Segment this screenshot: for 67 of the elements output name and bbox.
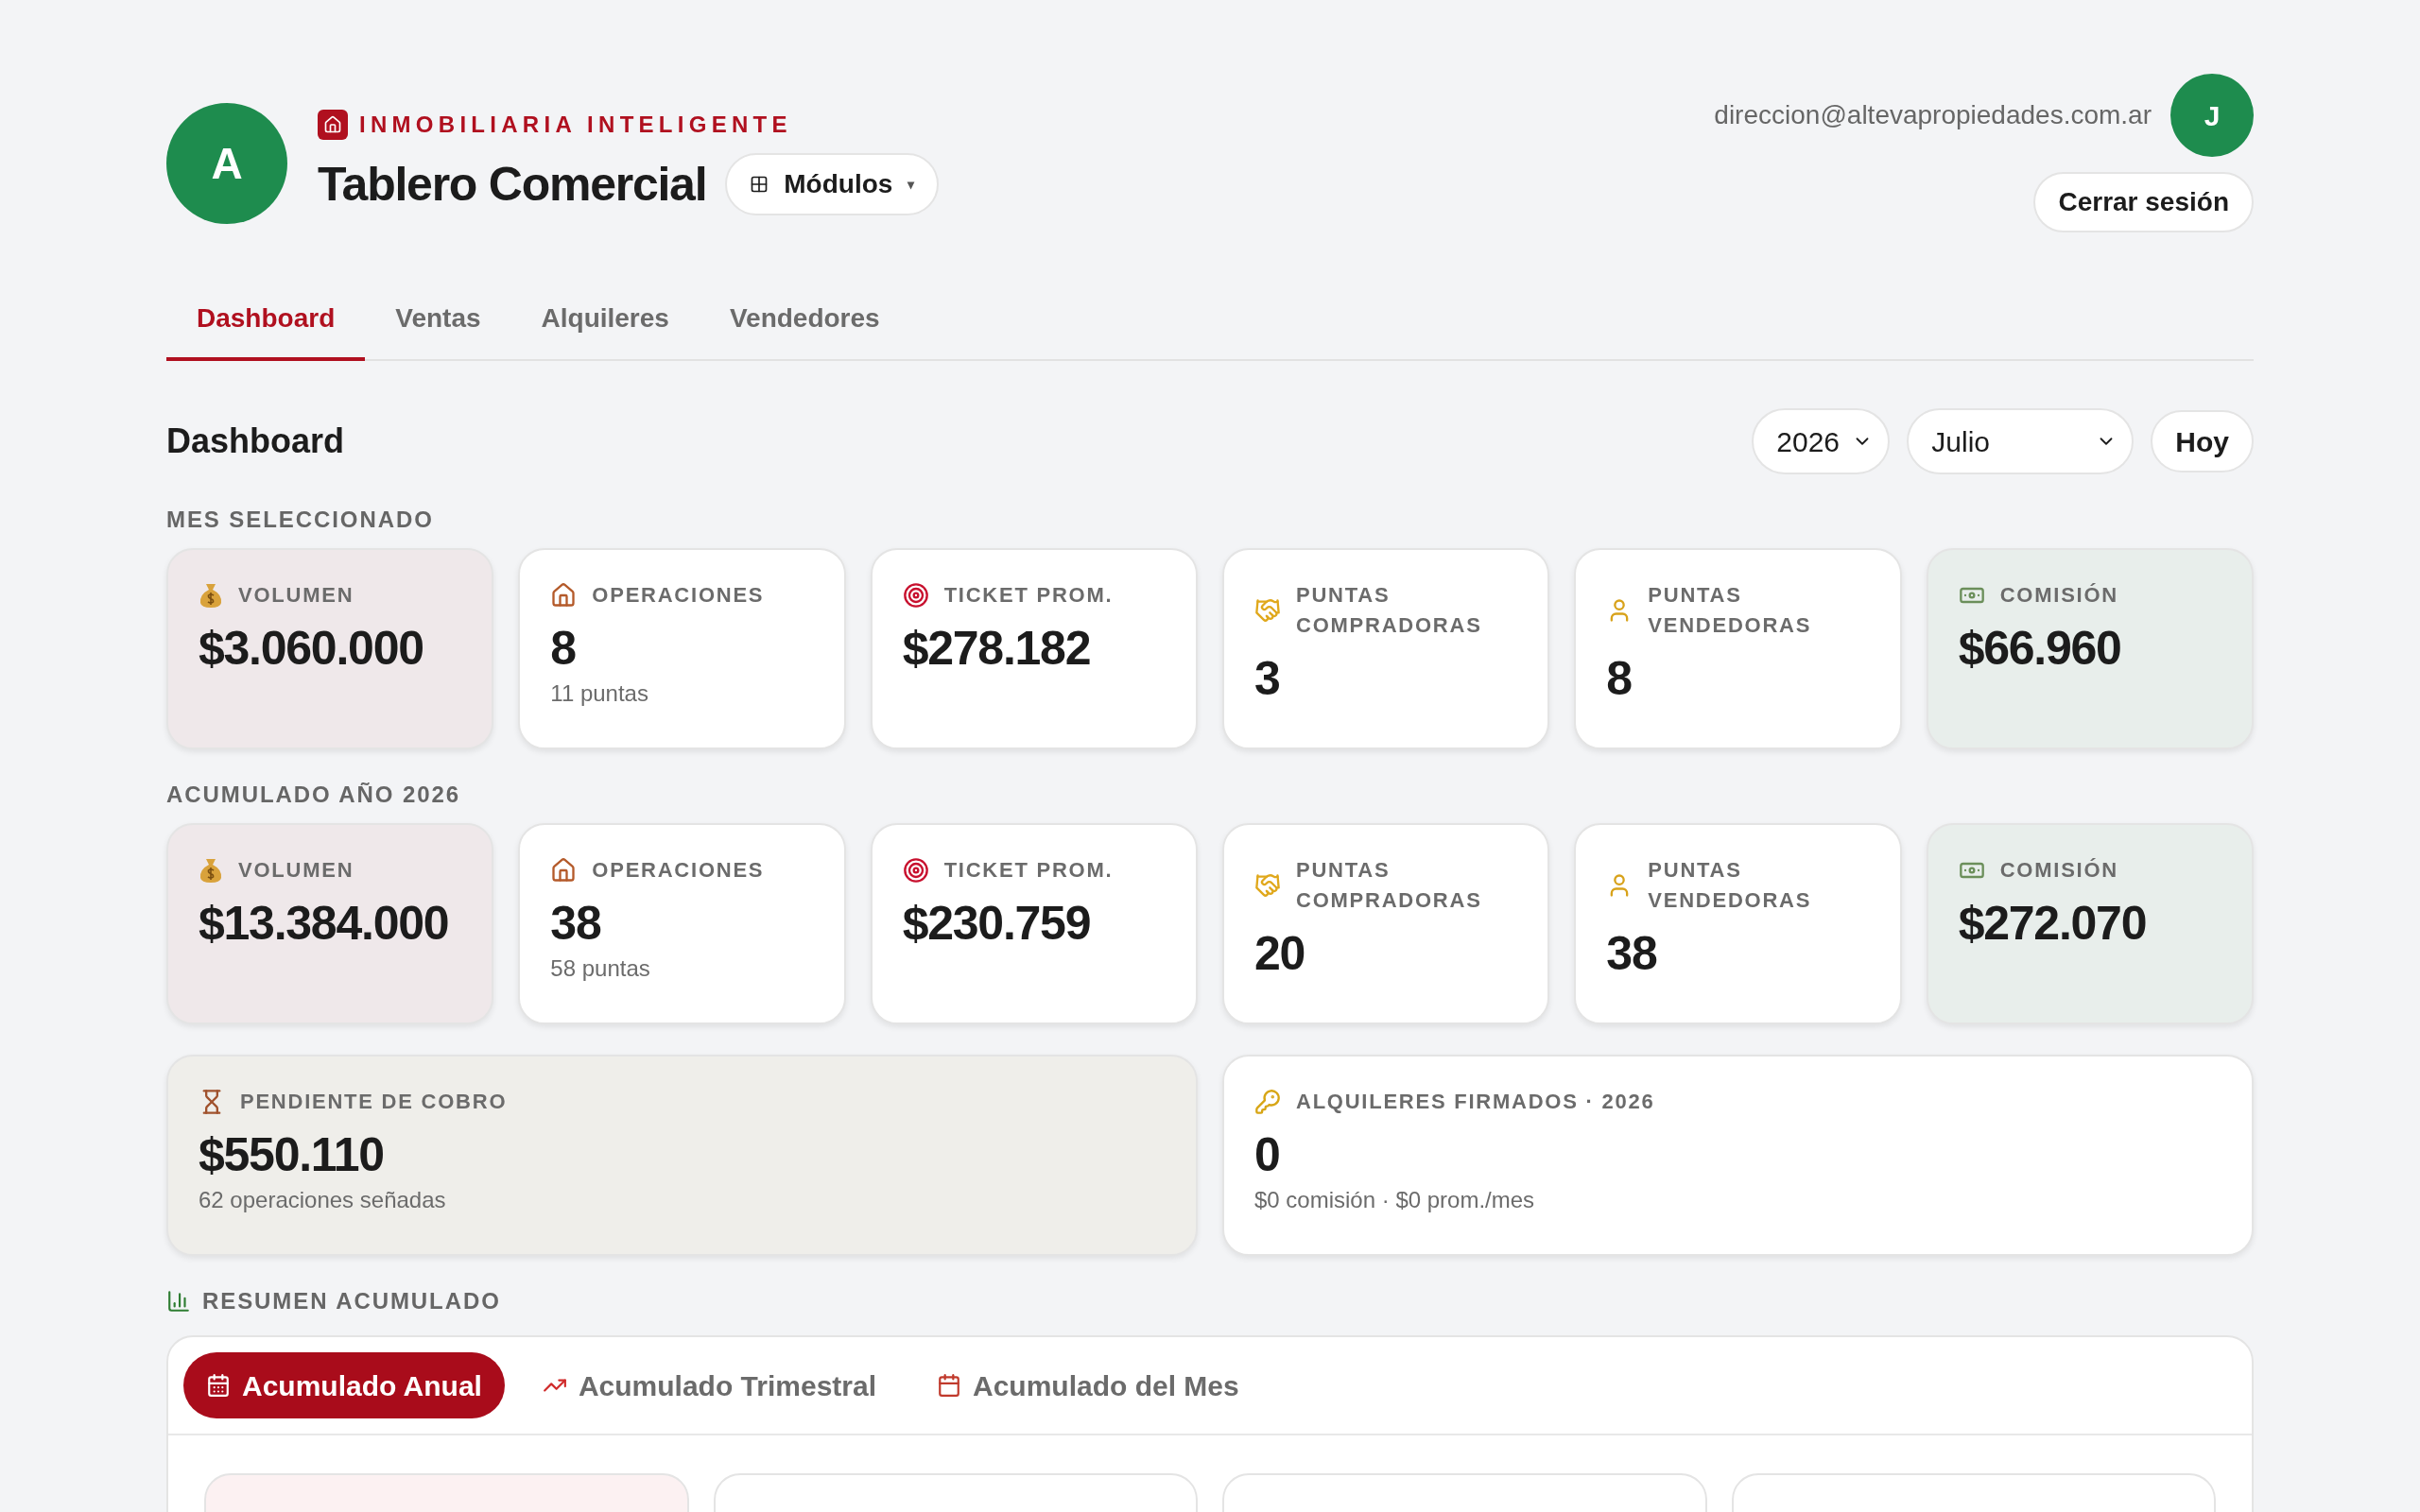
stat-value: $272.070 bbox=[1958, 896, 2148, 952]
stat-label: ALQUILERES FIRMADOS · 2026 bbox=[1296, 1089, 1655, 1115]
calendar-icon bbox=[206, 1373, 231, 1398]
stat-value: 8 bbox=[1606, 651, 1633, 707]
stat-label: PUNTAS COMPRADORAS bbox=[1296, 582, 1483, 639]
stat-value: $550.110 bbox=[199, 1127, 385, 1183]
stat-value: $230.759 bbox=[902, 896, 1092, 952]
grid-icon bbox=[750, 175, 769, 194]
target-icon bbox=[902, 582, 929, 609]
stat-value: 3 bbox=[1254, 651, 1281, 707]
stat-note: 58 puntas bbox=[550, 954, 651, 983]
key-icon bbox=[1254, 1089, 1281, 1115]
bar-chart-icon bbox=[166, 1289, 191, 1314]
stat-label: PUNTAS VENDEDORAS bbox=[1648, 582, 1813, 639]
stat-label: VOLUMEN bbox=[238, 582, 354, 609]
handshake-icon bbox=[1254, 872, 1281, 899]
user-email: direccion@altevapropiedades.com.ar bbox=[1714, 99, 2152, 131]
year-select[interactable]: 2026 bbox=[1752, 408, 1891, 474]
stat-value: $66.960 bbox=[1958, 621, 2122, 677]
stat-label: PENDIENTE DE COBRO bbox=[240, 1089, 508, 1115]
stat-note: 62 operaciones señadas bbox=[199, 1186, 447, 1214]
modules-button[interactable]: Módulos ▾ bbox=[725, 153, 940, 215]
money-bag-icon bbox=[199, 857, 223, 884]
nav-tab[interactable]: Alquileres bbox=[510, 291, 700, 361]
stat-label: TICKET PROM. bbox=[943, 857, 1114, 884]
summary-tab[interactable]: Acumulado del Mes bbox=[914, 1352, 1262, 1418]
today-button[interactable]: Hoy bbox=[2151, 410, 2254, 472]
house-icon bbox=[550, 582, 578, 609]
logout-button[interactable]: Cerrar sesión bbox=[2033, 172, 2254, 232]
brand-avatar: A bbox=[166, 103, 287, 224]
stat-label: PUNTAS VENDEDORAS bbox=[1648, 857, 1813, 914]
nav-tab[interactable]: Dashboard bbox=[166, 291, 366, 361]
stat-value: 20 bbox=[1254, 926, 1306, 982]
nav-tab[interactable]: Vendedores bbox=[699, 291, 910, 361]
stat-note: 11 puntas bbox=[550, 679, 649, 708]
stat-label: COMISIÓN bbox=[1999, 857, 2118, 884]
stat-label: VOLUMEN bbox=[238, 857, 354, 884]
stat-value: 38 bbox=[550, 896, 602, 952]
calendar-icon bbox=[937, 1373, 961, 1398]
brand-logo-icon bbox=[318, 109, 348, 140]
group-label: ACUMULADO AÑO 2026 bbox=[166, 781, 462, 809]
stat-value: 8 bbox=[550, 621, 577, 677]
summary-tab[interactable]: Acumulado Anual bbox=[183, 1352, 505, 1418]
stat-value: $3.060.000 bbox=[199, 621, 424, 677]
month-select[interactable]: Julio bbox=[1907, 408, 2135, 474]
stat-value: 0 bbox=[1254, 1127, 1281, 1183]
stat-value: 38 bbox=[1606, 926, 1658, 982]
money-bag-icon bbox=[199, 582, 223, 609]
target-icon bbox=[902, 857, 929, 884]
nav-tab[interactable]: Ventas bbox=[365, 291, 511, 361]
stat-label: TICKET PROM. bbox=[943, 582, 1114, 609]
brand-name: INMOBILIARIA INTELIGENTE bbox=[359, 110, 792, 139]
page-title: Tablero Comercial bbox=[318, 156, 707, 213]
handshake-icon bbox=[1254, 597, 1281, 624]
stat-label: OPERACIONES bbox=[592, 857, 765, 884]
stat-label: OPERACIONES bbox=[592, 582, 765, 609]
stat-value: $13.384.000 bbox=[199, 896, 450, 952]
stat-label: COMISIÓN bbox=[1999, 582, 2118, 609]
group-label: RESUMEN ACUMULADO bbox=[202, 1287, 501, 1315]
summary-tab[interactable]: Acumulado Trimestral bbox=[519, 1352, 899, 1418]
user-avatar[interactable]: J bbox=[2170, 74, 2254, 157]
stat-value: $278.182 bbox=[902, 621, 1092, 677]
house-icon bbox=[550, 857, 578, 884]
stat-label: PUNTAS COMPRADORAS bbox=[1296, 857, 1483, 914]
stat-note: $0 comisión · $0 prom./mes bbox=[1254, 1186, 1536, 1214]
section-title: Dashboard bbox=[166, 421, 345, 462]
group-label: MES SELECCIONADO bbox=[166, 506, 435, 534]
